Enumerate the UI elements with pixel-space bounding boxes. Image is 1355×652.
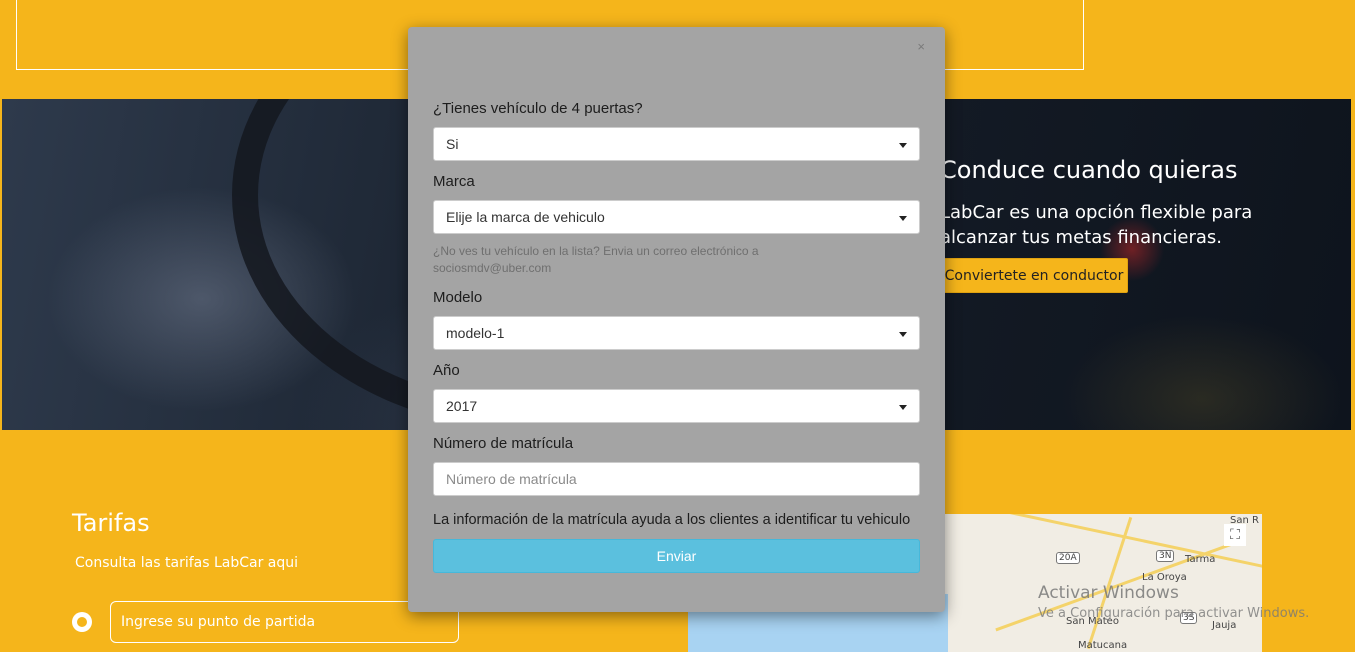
windows-activation-subtitle: Ve a Configuración para activar Windows.	[1038, 606, 1310, 621]
year-select[interactable]: 2017	[433, 389, 920, 423]
model-select-value: modelo-1	[446, 325, 505, 341]
year-select-value: 2017	[446, 398, 478, 414]
map-label: Matucana	[1078, 640, 1128, 651]
brand-label: Marca	[433, 173, 475, 190]
start-point-input[interactable]: Ingrese su punto de partida	[110, 601, 459, 643]
map-label: Tarma	[1185, 554, 1216, 565]
plate-input[interactable]: Número de matrícula	[433, 462, 920, 496]
doors-label: ¿Tienes vehículo de 4 puertas?	[433, 100, 643, 117]
tarifas-subtitle: Consulta las tarifas LabCar aqui	[75, 555, 299, 571]
plate-label: Número de matrícula	[433, 435, 574, 452]
map-label: La Oroya	[1142, 572, 1187, 583]
brand-select[interactable]: Elije la marca de vehiculo	[433, 200, 920, 234]
map-label: Jauja	[1212, 620, 1237, 631]
model-label: Modelo	[433, 289, 483, 306]
chevron-down-icon	[899, 332, 907, 337]
map-route-shield: 20A	[1056, 552, 1080, 564]
map-route-shield: 3N	[1156, 550, 1175, 562]
plate-note: La información de la matrícula ayuda a l…	[433, 512, 911, 528]
brand-select-value: Elije la marca de vehiculo	[446, 209, 605, 225]
tarifas-title: Tarifas	[72, 509, 150, 537]
chevron-down-icon	[899, 143, 907, 148]
doors-select[interactable]: Si	[433, 127, 920, 161]
chevron-down-icon	[899, 405, 907, 410]
submit-button[interactable]: Enviar	[433, 539, 920, 573]
start-point-radio-icon[interactable]	[72, 612, 92, 632]
vehicle-registration-modal: × ¿Tienes vehículo de 4 puertas? Si Marc…	[408, 27, 945, 612]
hero-title: Conduce cuando quieras	[940, 156, 1238, 184]
model-select[interactable]: modelo-1	[433, 316, 920, 350]
become-driver-button[interactable]: Conviertete en conductor	[940, 258, 1128, 293]
hero-text: LabCar es una opción flexible para alcan…	[940, 202, 1253, 248]
brand-help-text: ¿No ves tu vehículo en la lista? Envia u…	[433, 244, 759, 275]
year-label: Año	[433, 362, 460, 379]
chevron-down-icon	[899, 216, 907, 221]
windows-activation-watermark: Activar Windows	[1038, 583, 1179, 603]
map-fullscreen-icon[interactable]: ⛶	[1224, 524, 1246, 546]
doors-select-value: Si	[446, 136, 459, 152]
close-icon[interactable]: ×	[917, 39, 925, 54]
